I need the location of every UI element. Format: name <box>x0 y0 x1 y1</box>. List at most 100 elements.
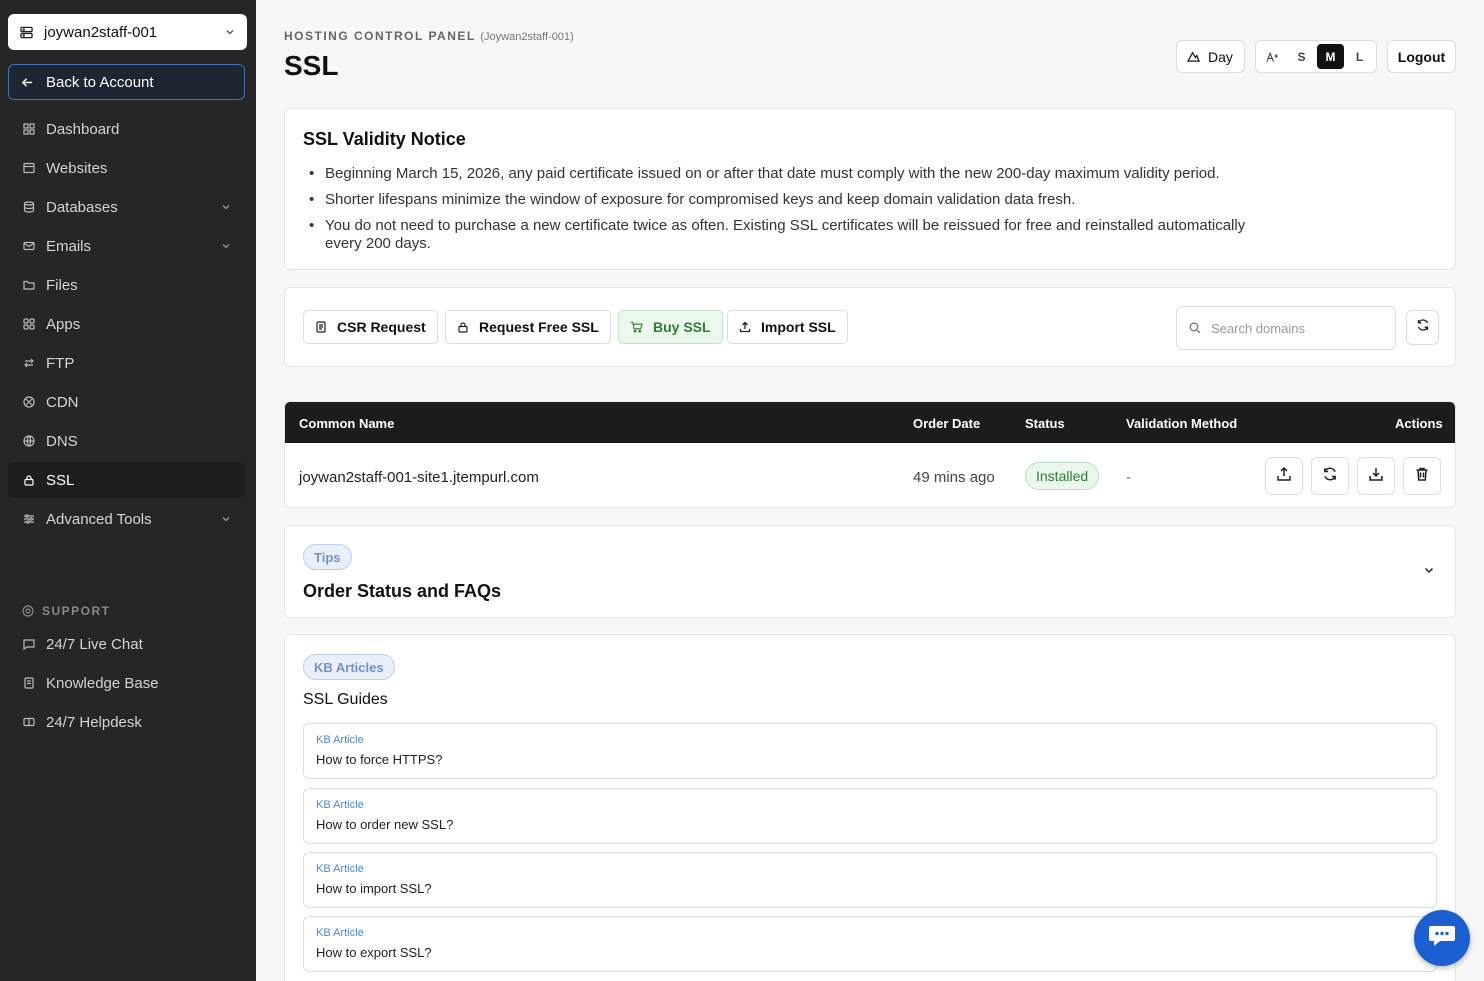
text-size-icon <box>1259 44 1286 69</box>
lock-icon <box>22 474 36 486</box>
search-icon <box>1189 322 1201 334</box>
kb-article-link[interactable]: KB Article How to import SSL? <box>303 852 1437 908</box>
sidebar-item-label: Emails <box>46 237 92 255</box>
page-kicker: HOSTING CONTROL PANEL (Joywan2staff-001) <box>284 29 574 43</box>
request-free-ssl-button[interactable]: Request Free SSL <box>445 310 611 344</box>
sidebar-item-label: CDN <box>46 393 79 411</box>
sidebar-item-label: 24/7 Helpdesk <box>46 713 142 731</box>
server-icon <box>20 26 34 39</box>
faq-title: Order Status and FAQs <box>303 581 502 601</box>
cell-validation: - <box>1126 469 1131 486</box>
browser-icon <box>22 162 36 174</box>
ticket-icon <box>22 716 36 728</box>
sidebar-item-label: Databases <box>46 198 118 216</box>
search-input[interactable] <box>1211 320 1381 336</box>
download-button[interactable] <box>1357 457 1395 495</box>
mail-icon <box>22 240 36 252</box>
sidebar-item-files[interactable]: Files <box>8 267 245 303</box>
size-s-button[interactable]: S <box>1288 44 1315 69</box>
kb-articles-card: KB Articles SSL Guides KB Article How to… <box>284 634 1456 981</box>
sidebar-item-label: SSL <box>46 471 75 489</box>
back-to-account-button[interactable]: Back to Account <box>8 64 245 100</box>
kb-article-tag: KB Article <box>316 863 364 875</box>
sidebar-item-cdn[interactable]: CDN <box>8 384 245 420</box>
sidebar-item-ssl[interactable]: SSL <box>8 462 245 498</box>
sidebar-item-apps[interactable]: Apps <box>8 306 245 342</box>
kb-article-title: How to export SSL? <box>316 945 432 960</box>
chevron-down-icon <box>221 514 231 524</box>
tips-tag: Tips <box>303 544 352 570</box>
export-button[interactable] <box>1265 457 1303 495</box>
page-title: SSL <box>284 50 339 81</box>
mountain-icon <box>1187 50 1200 63</box>
chevron-down-icon[interactable] <box>1423 564 1435 576</box>
import-ssl-button[interactable]: Import SSL <box>727 310 848 344</box>
ssl-toolbar: CSR Request Request Free SSL Buy SSL Imp… <box>284 287 1456 367</box>
database-icon <box>22 201 36 213</box>
sidebar-item-emails[interactable]: Emails <box>8 228 245 264</box>
download-icon <box>1368 466 1384 487</box>
sidebar-item-label: DNS <box>46 432 78 450</box>
sidebar-item-live-chat[interactable]: 24/7 Live Chat <box>8 626 245 662</box>
buy-ssl-button[interactable]: Buy SSL <box>618 310 723 344</box>
sidebar-item-dashboard[interactable]: Dashboard <box>8 111 245 147</box>
size-m-button[interactable]: M <box>1317 44 1344 69</box>
sidebar-item-helpdesk[interactable]: 24/7 Helpdesk <box>8 704 245 740</box>
account-name: joywan2staff-001 <box>44 23 158 41</box>
account-selector[interactable]: joywan2staff-001 <box>8 14 247 50</box>
sidebar-item-websites[interactable]: Websites <box>8 150 245 186</box>
notice-bullet: You do not need to purchase a new certif… <box>303 217 1263 253</box>
sidebar-item-databases[interactable]: Databases <box>8 189 245 225</box>
kb-title: SSL Guides <box>303 691 388 708</box>
document-icon <box>315 321 327 333</box>
csr-request-button[interactable]: CSR Request <box>303 310 438 344</box>
apps-icon <box>22 318 36 330</box>
chat-bubble-icon <box>1427 923 1457 954</box>
kb-article-tag: KB Article <box>316 927 364 939</box>
sidebar-item-label: 24/7 Live Chat <box>46 635 143 653</box>
kb-article-title: How to force HTTPS? <box>316 752 443 767</box>
grid-icon <box>22 123 36 135</box>
sliders-icon <box>22 513 36 525</box>
kb-article-link[interactable]: KB Article How to export SSL? <box>303 916 1437 972</box>
table-header: Common Name Order Date Status Validation… <box>285 402 1455 443</box>
col-status: Status <box>1025 416 1065 431</box>
main-content: HOSTING CONTROL PANEL (Joywan2staff-001)… <box>256 0 1484 981</box>
notice-list: Beginning March 15, 2026, any paid certi… <box>303 165 1263 261</box>
sidebar-item-label: Files <box>46 276 78 294</box>
sidebar-item-ftp[interactable]: FTP <box>8 345 245 381</box>
col-validation-method: Validation Method <box>1126 416 1238 431</box>
support-heading: SUPPORT <box>22 604 111 618</box>
kb-article-title: How to order new SSL? <box>316 817 454 832</box>
chevron-down-icon <box>221 241 231 251</box>
upload-icon <box>739 321 751 333</box>
refresh-button[interactable] <box>1406 310 1439 345</box>
sidebar-item-advanced-tools[interactable]: Advanced Tools <box>8 501 245 537</box>
logout-button[interactable]: Logout <box>1387 40 1456 73</box>
cart-icon <box>630 321 643 333</box>
live-chat-button[interactable] <box>1414 910 1470 966</box>
kb-article-link[interactable]: KB Article How to force HTTPS? <box>303 723 1437 779</box>
kb-article-tag: KB Article <box>316 734 364 746</box>
col-actions: Actions <box>1395 416 1443 431</box>
theme-toggle-button[interactable]: Day <box>1176 40 1245 73</box>
sidebar-item-knowledge-base[interactable]: Knowledge Base <box>8 665 245 701</box>
text-size-switcher: S M L <box>1255 40 1377 73</box>
notice-bullet: Shorter lifespans minimize the window of… <box>303 191 1263 209</box>
chevron-down-icon <box>225 27 235 37</box>
kb-article-title: How to import SSL? <box>316 881 432 896</box>
status-badge: Installed <box>1025 462 1100 490</box>
kb-article-tag: KB Article <box>316 799 364 811</box>
back-label: Back to Account <box>46 73 154 91</box>
book-icon <box>22 677 36 689</box>
domain-search <box>1176 306 1396 350</box>
notice-bullet: Beginning March 15, 2026, any paid certi… <box>303 165 1263 183</box>
size-l-button[interactable]: L <box>1346 44 1373 69</box>
kb-article-link[interactable]: KB Article How to order new SSL? <box>303 788 1437 844</box>
cell-common-name: joywan2staff-001-site1.jtempurl.com <box>299 469 539 486</box>
delete-button[interactable] <box>1403 457 1441 495</box>
reissue-button[interactable] <box>1311 457 1349 495</box>
sidebar-item-dns[interactable]: DNS <box>8 423 245 459</box>
order-status-faq[interactable]: Tips Order Status and FAQs <box>284 525 1456 618</box>
sidebar-item-label: FTP <box>46 354 75 372</box>
